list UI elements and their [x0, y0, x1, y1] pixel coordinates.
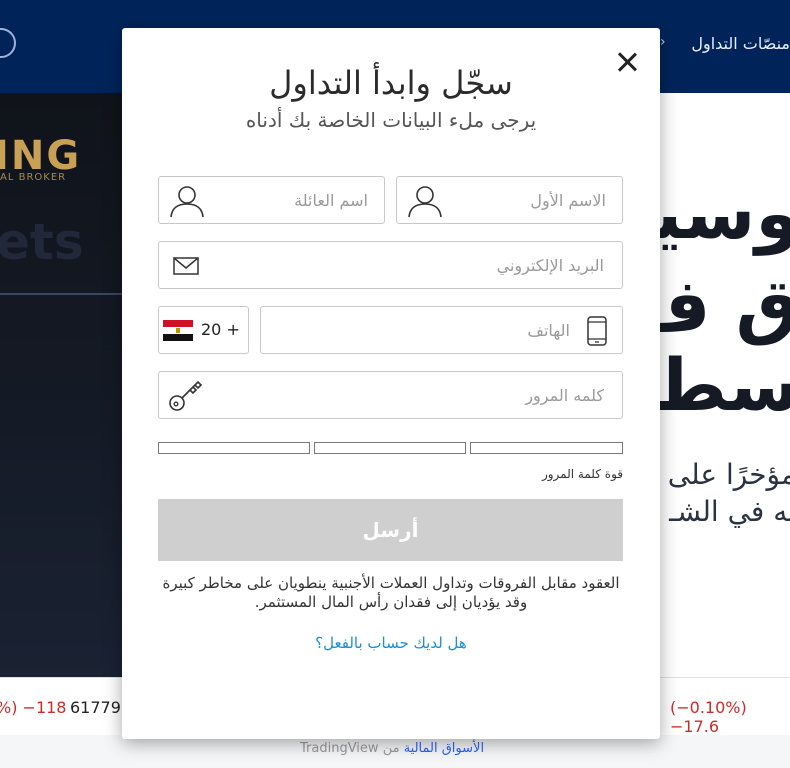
- password-strength-label: قوة كلمة المرور: [541, 467, 623, 481]
- existing-account-link[interactable]: هل لديك حساب بالفعل؟: [122, 634, 660, 652]
- user-icon: [408, 186, 442, 218]
- password-input[interactable]: [224, 372, 604, 418]
- risk-disclaimer: العقود مقابل الفروقات وتداول العملات الأ…: [162, 574, 620, 611]
- password-strength-segment: [158, 442, 310, 454]
- modal-title: سجّل وابدأ التداول: [269, 64, 513, 102]
- country-code-value: 20 +: [201, 320, 240, 339]
- user-icon: [170, 186, 204, 218]
- phone-input[interactable]: [290, 307, 570, 353]
- password-strength-segment: [470, 442, 623, 454]
- country-code-select[interactable]: 20 +: [158, 306, 249, 354]
- first-name-input[interactable]: [456, 177, 606, 223]
- modal-subtitle: يرجى ملء البيانات الخاصة بك أدناه: [245, 108, 537, 132]
- egypt-flag-icon: [163, 320, 193, 341]
- registration-modal: سجّل وابدأ التداول يرجى ملء البيانات الخ…: [122, 28, 660, 739]
- submit-button[interactable]: أرسل: [158, 499, 623, 561]
- phone-field[interactable]: [260, 306, 623, 354]
- key-icon: [169, 380, 203, 411]
- last-name-input[interactable]: [218, 177, 368, 223]
- last-name-field[interactable]: [158, 176, 385, 224]
- password-strength-segment: [314, 442, 466, 454]
- email-field[interactable]: [158, 241, 623, 289]
- first-name-field[interactable]: [396, 176, 623, 224]
- email-input[interactable]: [224, 242, 604, 288]
- mobile-phone-icon: [587, 316, 607, 346]
- password-field[interactable]: [158, 371, 623, 419]
- envelope-icon: [173, 257, 199, 275]
